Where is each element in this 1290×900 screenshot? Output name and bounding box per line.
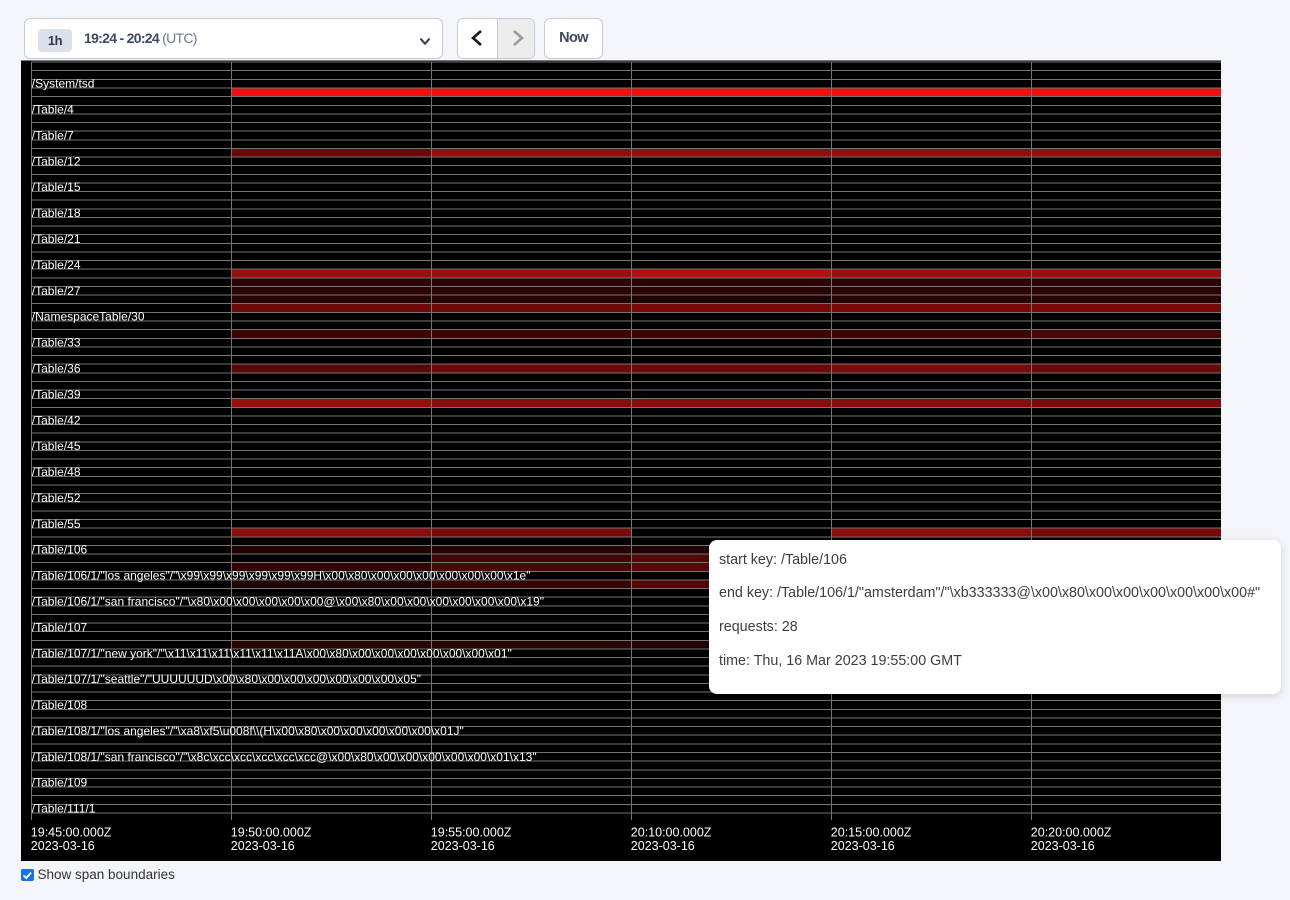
svg-text:2023-03-16: 2023-03-16 — [31, 839, 95, 853]
svg-text:2023-03-16: 2023-03-16 — [631, 839, 695, 853]
svg-text:20:20:00.000Z: 20:20:00.000Z — [1031, 826, 1112, 840]
svg-text:/Table/39: /Table/39 — [32, 387, 81, 401]
svg-text:/Table/108/1/"san francisco"/": /Table/108/1/"san francisco"/"\x8c\xcc\x… — [32, 750, 537, 764]
svg-text:/Table/18: /Table/18 — [32, 206, 81, 220]
svg-text:/Table/48: /Table/48 — [32, 465, 81, 479]
svg-text:/Table/106: /Table/106 — [32, 543, 88, 557]
svg-text:/Table/108: /Table/108 — [32, 698, 88, 712]
svg-text:/Table/107/1/"seattle"/"UUUUUU: /Table/107/1/"seattle"/"UUUUUUD\x00\x80\… — [32, 672, 421, 686]
svg-text:/Table/33: /Table/33 — [32, 336, 81, 350]
svg-text:20:10:00.000Z: 20:10:00.000Z — [631, 826, 712, 840]
svg-text:/Table/106/1/"los angeles"/"\x: /Table/106/1/"los angeles"/"\x99\x99\x99… — [32, 569, 531, 583]
svg-text:/Table/108/1/"los angeles"/"\x: /Table/108/1/"los angeles"/"\xa8\xf5\u00… — [32, 724, 464, 738]
svg-text:2023-03-16: 2023-03-16 — [431, 839, 495, 853]
svg-text:/Table/27: /Table/27 — [32, 284, 81, 298]
svg-text:/Table/12: /Table/12 — [32, 154, 81, 168]
svg-text:19:50:00.000Z: 19:50:00.000Z — [231, 826, 312, 840]
svg-text:/Table/15: /Table/15 — [32, 180, 81, 194]
svg-text:/Table/4: /Table/4 — [32, 103, 74, 117]
svg-text:/Table/7: /Table/7 — [32, 128, 74, 142]
svg-text:/Table/55: /Table/55 — [32, 517, 81, 531]
svg-text:/Table/109: /Table/109 — [32, 776, 88, 790]
svg-text:/System/tsd: /System/tsd — [32, 77, 95, 91]
svg-text:/Table/42: /Table/42 — [32, 413, 81, 427]
svg-text:/Table/107/1/"new york"/"\x11\: /Table/107/1/"new york"/"\x11\x11\x11\x1… — [32, 646, 512, 660]
svg-text:2023-03-16: 2023-03-16 — [231, 839, 295, 853]
svg-text:/Table/21: /Table/21 — [32, 232, 81, 246]
svg-text:/NamespaceTable/30: /NamespaceTable/30 — [32, 310, 145, 324]
svg-text:/Table/106/1/"san francisco"/": /Table/106/1/"san francisco"/"\x80\x00\x… — [32, 594, 544, 608]
svg-text:19:55:00.000Z: 19:55:00.000Z — [431, 826, 512, 840]
svg-text:2023-03-16: 2023-03-16 — [831, 839, 895, 853]
svg-text:/Table/111/1: /Table/111/1 — [32, 802, 96, 816]
svg-text:2023-03-16: 2023-03-16 — [1031, 839, 1095, 853]
svg-text:/Table/52: /Table/52 — [32, 491, 81, 505]
svg-text:/Table/107: /Table/107 — [32, 620, 88, 634]
svg-text:19:45:00.000Z: 19:45:00.000Z — [31, 826, 112, 840]
svg-text:20:15:00.000Z: 20:15:00.000Z — [831, 826, 912, 840]
svg-text:/Table/36: /Table/36 — [32, 361, 81, 375]
svg-text:/Table/24: /Table/24 — [32, 258, 81, 272]
svg-text:/Table/45: /Table/45 — [32, 439, 81, 453]
